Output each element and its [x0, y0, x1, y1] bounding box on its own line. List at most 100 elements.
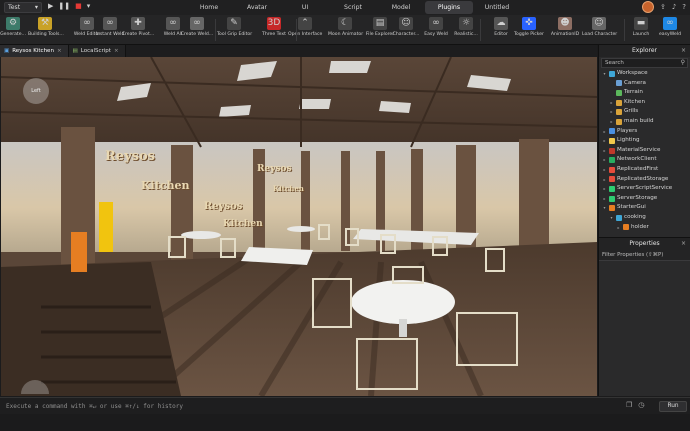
- status-strip: [0, 414, 690, 431]
- help-icon[interactable]: ?: [682, 3, 686, 11]
- ribbon-easyweld-button[interactable]: ∞ easyWeld: [653, 17, 687, 37]
- ribbon-tool-grip-editor-button[interactable]: ✎ Tool Grip Editor: [217, 17, 252, 37]
- chevron-down-icon[interactable]: ▾: [609, 213, 614, 223]
- ribbon-three-text-button[interactable]: 3D Three Text: [257, 17, 291, 37]
- close-icon[interactable]: ×: [57, 45, 62, 57]
- menu-tab-ui[interactable]: UI: [281, 1, 329, 14]
- menu-tab-plugins[interactable]: Plugins: [425, 1, 473, 14]
- explorer-item-grills[interactable]: ▸ Grills: [599, 107, 690, 117]
- object-icon: [616, 89, 622, 96]
- menu-tab-avatar[interactable]: Avatar: [233, 1, 281, 14]
- doc-tab-reysos-kitchen[interactable]: ▣ Reysos Kitchen ×: [0, 45, 69, 57]
- sign-kitchen-2: Kitchen: [273, 184, 304, 193]
- menu-tab-model[interactable]: Model: [377, 1, 425, 14]
- explorer-item-serverscriptservice[interactable]: ▸ ServerScriptService: [599, 184, 690, 194]
- explorer-item-kitchen[interactable]: ▸ Kitchen: [599, 98, 690, 108]
- explorer-item-camera[interactable]: Camera: [599, 79, 690, 89]
- ribbon-create-weld-button[interactable]: ∞ Create Weld...: [180, 17, 214, 37]
- object-icon: [616, 118, 622, 125]
- close-icon[interactable]: ×: [681, 238, 686, 250]
- mode-select[interactable]: Test ▾: [4, 2, 42, 13]
- weld-icon: ∞: [103, 17, 117, 30]
- explorer-item-label: holder: [631, 223, 649, 230]
- properties-header: Properties ×: [599, 238, 690, 250]
- ribbon-moon-animator-button[interactable]: ☾ Moon Animator: [328, 17, 363, 37]
- ribbon-button-label: Create Pivot...: [121, 32, 155, 37]
- ribbon-character-button[interactable]: ☺ Character...: [389, 17, 423, 37]
- camera-view-button[interactable]: Left: [23, 78, 49, 104]
- chevron-down-icon[interactable]: ▾: [602, 69, 607, 79]
- ribbon-building-tools-button[interactable]: ⚒ Building Tools...: [28, 17, 64, 37]
- chevron-right-icon[interactable]: ▸: [602, 155, 607, 165]
- explorer-item-label: main build: [624, 117, 654, 124]
- explorer-item-lighting[interactable]: ▸ Lighting: [599, 136, 690, 146]
- doc-tab-label: Reysos Kitchen: [12, 48, 54, 54]
- explorer-item-cooking[interactable]: ▾ cooking: [599, 213, 690, 223]
- explorer-item-startergui[interactable]: ▾ StarterGui: [599, 203, 690, 213]
- menu-tab-script[interactable]: Script: [329, 1, 377, 14]
- chevron-down-icon[interactable]: ▾: [602, 203, 607, 213]
- bell-icon[interactable]: ♪: [672, 3, 676, 11]
- chevron-right-icon[interactable]: ▸: [602, 175, 607, 185]
- folder-icon: ▤: [373, 17, 387, 30]
- filter-icon[interactable]: ⚲: [681, 59, 685, 67]
- explorer-item-materialservice[interactable]: ▸ MaterialService: [599, 146, 690, 156]
- explorer-item-label: ReplicatedStorage: [617, 175, 669, 182]
- history-icon[interactable]: ◷: [638, 401, 644, 409]
- ribbon-toggle-picker-button[interactable]: ✜ Toggle Picker: [512, 17, 546, 37]
- camera-view-label: Left: [31, 88, 41, 94]
- bookmark-icon[interactable]: ❐: [626, 401, 632, 409]
- chevron-right-icon[interactable]: ▸: [616, 223, 621, 233]
- chevron-right-icon[interactable]: ▸: [602, 165, 607, 175]
- explorer-item-serverstorage[interactable]: ▸ ServerStorage: [599, 194, 690, 204]
- ribbon-animationid-button[interactable]: ☻ AnimationID: [548, 17, 582, 37]
- properties-filter-placeholder: Filter Properties (⇧⌘P): [602, 252, 664, 258]
- chevron-right-icon[interactable]: ▸: [602, 136, 607, 146]
- explorer-item-replicatedstorage[interactable]: ▸ ReplicatedStorage: [599, 175, 690, 185]
- explorer-item-terrain[interactable]: Terrain: [599, 88, 690, 98]
- chevron-right-icon[interactable]: ▸: [609, 98, 614, 108]
- explorer-search-input[interactable]: Search ⚲: [601, 58, 688, 68]
- object-icon: [609, 137, 615, 144]
- ribbon-button-label: Create Weld...: [180, 32, 214, 37]
- pivot-icon: ✚: [131, 17, 145, 30]
- share-icon[interactable]: ⇪: [660, 3, 666, 11]
- explorer-item-main-build[interactable]: ▸ main build: [599, 117, 690, 127]
- close-icon[interactable]: ×: [114, 45, 119, 57]
- ribbon-open-interface-button[interactable]: ⌃ Open Interface: [288, 17, 322, 37]
- explorer-item-holder[interactable]: ▸ holder: [599, 223, 690, 233]
- command-input[interactable]: Execute a command with ⌘↵ or use ⌘↑/↓ fo…: [3, 400, 621, 413]
- avatar[interactable]: [641, 1, 654, 13]
- doc-tab-localscript[interactable]: ▤ LocalScript ×: [68, 45, 126, 57]
- run-button[interactable]: Run: [659, 401, 687, 412]
- chevron-right-icon[interactable]: ▸: [602, 194, 607, 204]
- stop-icon[interactable]: ■: [75, 2, 82, 10]
- 3d-viewport[interactable]: Reysos Kitchen Reysos Kitchen Reysos Kit…: [1, 57, 597, 396]
- chevron-right-icon[interactable]: ▸: [602, 127, 607, 137]
- chevron-right-icon[interactable]: ▸: [609, 107, 614, 117]
- menu-tab-home[interactable]: Home: [185, 1, 233, 14]
- explorer-item-label: ServerScriptService: [617, 185, 673, 192]
- chevron-down-icon[interactable]: ▾: [87, 2, 91, 10]
- command-bar: Execute a command with ⌘↵ or use ⌘↑/↓ fo…: [0, 397, 690, 414]
- properties-filter-input[interactable]: Filter Properties (⇧⌘P): [599, 250, 690, 261]
- explorer-item-workspace[interactable]: ▾ Workspace: [599, 69, 690, 79]
- menu-tab-untitled[interactable]: Untitled: [473, 1, 521, 14]
- ribbon-realistic-button[interactable]: ☼ Realistic...: [449, 17, 483, 37]
- pause-icon[interactable]: ❚❚: [58, 2, 70, 10]
- chevron-right-icon[interactable]: ▸: [602, 146, 607, 156]
- explorer-item-replicatedfirst[interactable]: ▸ ReplicatedFirst: [599, 165, 690, 175]
- explorer-item-networkclient[interactable]: ▸ NetworkClient: [599, 155, 690, 165]
- chevron-right-icon[interactable]: ▸: [609, 117, 614, 127]
- document-tabs: ▣ Reysos Kitchen × ▤ LocalScript ×: [0, 45, 597, 57]
- ribbon-separator: [296, 19, 297, 41]
- ribbon-easy-weld-button[interactable]: ∞ Easy Weld: [419, 17, 453, 37]
- close-icon[interactable]: ×: [681, 45, 686, 57]
- ribbon-generate-button[interactable]: ⚙ Generate...: [0, 17, 30, 37]
- chevron-right-icon[interactable]: ▸: [602, 184, 607, 194]
- ribbon-create-pivot-button[interactable]: ✚ Create Pivot...: [121, 17, 155, 37]
- object-icon: [609, 157, 615, 164]
- ribbon-load-character-button[interactable]: ☺ Load Character: [582, 17, 617, 37]
- explorer-item-players[interactable]: ▸ Players: [599, 127, 690, 137]
- play-icon[interactable]: ▶: [48, 2, 53, 10]
